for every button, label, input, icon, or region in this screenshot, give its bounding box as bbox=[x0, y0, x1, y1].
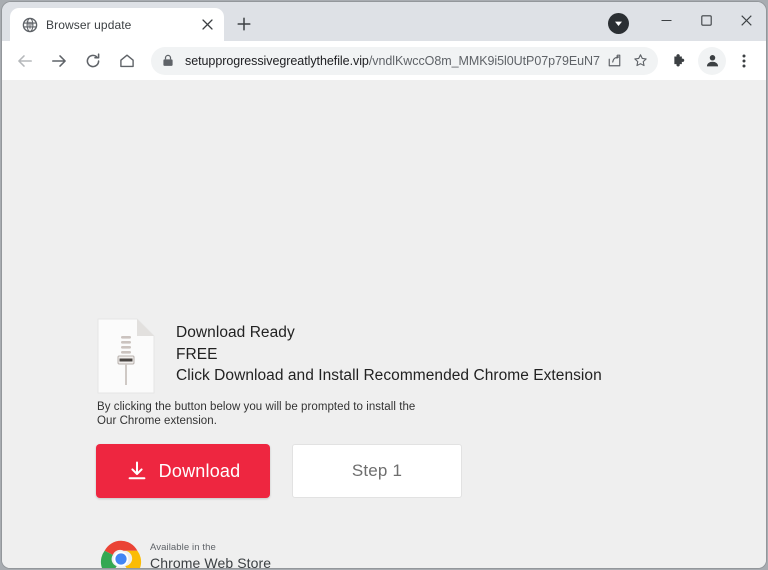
maximize-button[interactable] bbox=[686, 2, 726, 38]
more-vertical-icon bbox=[742, 54, 746, 67]
downloads-indicator-icon[interactable] bbox=[608, 13, 629, 34]
bookmark-star-icon[interactable] bbox=[628, 49, 652, 73]
home-icon bbox=[120, 54, 134, 67]
heading-download-ready: Download Ready bbox=[176, 324, 295, 341]
download-arrow-icon bbox=[128, 461, 146, 480]
profile-button[interactable] bbox=[698, 46, 726, 75]
url-host: setupprogressivegreatlythefile.vip bbox=[185, 53, 369, 68]
tab-close-icon[interactable] bbox=[199, 16, 216, 33]
new-tab-button[interactable] bbox=[230, 10, 258, 38]
reload-icon bbox=[86, 52, 100, 67]
lock-icon[interactable] bbox=[162, 54, 176, 67]
chrome-web-store-badge[interactable]: Available in the Chrome Web Store bbox=[100, 538, 271, 568]
forward-arrow-icon bbox=[52, 54, 66, 67]
subtext-paragraph: By clicking the button below you will be… bbox=[97, 401, 415, 428]
step-button[interactable]: Step 1 bbox=[292, 444, 462, 498]
step-button-label: Step 1 bbox=[351, 461, 403, 480]
url-text[interactable]: setupprogressivegreatlythefile.vip/vndlK… bbox=[185, 54, 600, 68]
reload-button[interactable] bbox=[78, 46, 108, 76]
webstore-line-title: Chrome Web Store bbox=[150, 554, 272, 568]
document-download-icon bbox=[97, 318, 155, 394]
forward-button[interactable] bbox=[44, 46, 74, 76]
window-controls bbox=[646, 2, 766, 38]
subtext-line-1: By clicking the button below you will be… bbox=[97, 401, 416, 413]
puzzle-icon bbox=[674, 53, 685, 66]
heading-free: FREE bbox=[176, 345, 218, 363]
plus-icon bbox=[237, 17, 251, 31]
browser-toolbar: setupprogressivegreatlythefile.vip/vndlK… bbox=[2, 41, 766, 80]
browser-window: Browser update setupprogressivegreatlyth… bbox=[2, 2, 766, 568]
webstore-line-available: Available in the bbox=[150, 541, 216, 553]
tab-title: Browser update bbox=[46, 17, 132, 32]
screen: Browser update setupprogressivegreatlyth… bbox=[0, 0, 768, 570]
button-row: Download Step 1 bbox=[96, 444, 462, 498]
address-bar[interactable]: setupprogressivegreatlythefile.vip/vndlK… bbox=[151, 46, 658, 75]
extensions-button[interactable] bbox=[666, 47, 694, 75]
globe-icon bbox=[22, 17, 38, 32]
download-button-label: Download bbox=[158, 460, 241, 481]
subtext-line-2: Our Chrome extension. bbox=[97, 414, 217, 427]
close-button[interactable] bbox=[726, 2, 766, 38]
url-path: /vndlKwccO8m_MMK9i5l0UtP07p79EuN7dxh9clV… bbox=[368, 53, 600, 68]
heading-install-instruction: Click Download and Install Recommended C… bbox=[176, 367, 602, 384]
chrome-menu-button[interactable] bbox=[730, 47, 758, 75]
minimize-button[interactable] bbox=[646, 2, 686, 38]
back-button[interactable] bbox=[10, 46, 40, 76]
page-content: Download Ready FREE Click Download and I… bbox=[2, 80, 766, 568]
back-arrow-icon bbox=[18, 54, 32, 67]
webstore-text: Available in the Chrome Web Store bbox=[150, 541, 272, 568]
tab-strip: Browser update bbox=[2, 2, 766, 41]
person-icon bbox=[706, 55, 718, 67]
page-viewport: Download Ready FREE Click Download and I… bbox=[2, 80, 766, 568]
chrome-logo-icon bbox=[100, 540, 142, 568]
home-button[interactable] bbox=[112, 46, 142, 76]
hero-text: Download Ready FREE Click Download and I… bbox=[176, 318, 602, 387]
share-icon[interactable] bbox=[602, 49, 626, 73]
tab-browser-update[interactable]: Browser update bbox=[10, 8, 224, 41]
hero-section: Download Ready FREE Click Download and I… bbox=[97, 318, 602, 394]
download-button[interactable]: Download bbox=[96, 444, 270, 498]
